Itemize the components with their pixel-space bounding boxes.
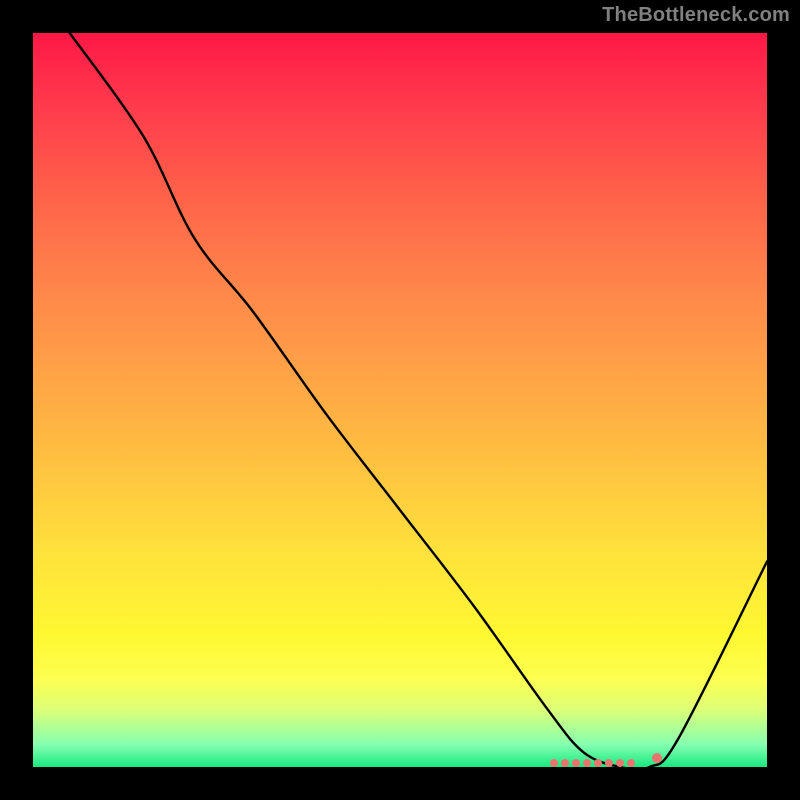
optimal-point — [594, 759, 602, 767]
optimal-point-cluster — [33, 33, 767, 767]
optimal-point — [616, 759, 624, 767]
chart-stage: TheBottleneck.com — [0, 0, 800, 800]
watermark-text: TheBottleneck.com — [602, 4, 790, 27]
optimal-point — [605, 759, 613, 767]
optimal-point — [583, 759, 591, 767]
optimal-point — [550, 759, 558, 767]
plot-area — [33, 33, 767, 767]
optimal-point — [561, 759, 569, 767]
optimal-point — [627, 759, 635, 767]
optimal-point — [652, 753, 662, 763]
optimal-point — [572, 759, 580, 767]
